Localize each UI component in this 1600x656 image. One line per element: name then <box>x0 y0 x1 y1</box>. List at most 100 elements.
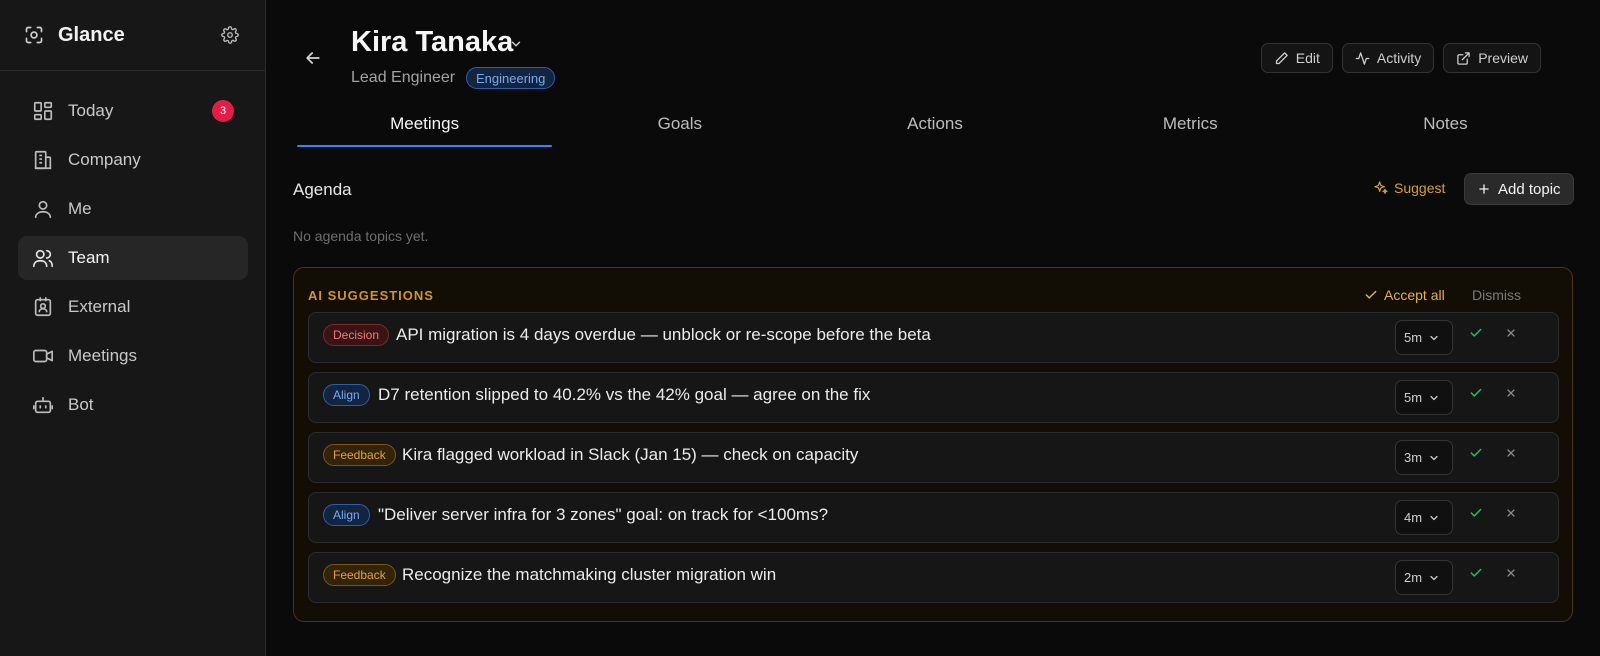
dismiss-x-icon[interactable] <box>1505 567 1517 579</box>
sidebar: Glance Today 3 Company Me Team External <box>0 0 266 656</box>
header-actions: Edit Activity Preview <box>1260 43 1541 73</box>
suggestion-item: Align D7 retention slipped to 40.2% vs t… <box>308 372 1559 423</box>
activity-button[interactable]: Activity <box>1341 43 1435 73</box>
person-role: Lead Engineer <box>351 69 456 86</box>
sidebar-item-meetings[interactable]: Meetings <box>18 334 248 378</box>
sidebar-item-today[interactable]: Today 3 <box>18 89 248 133</box>
department-badge: Engineering <box>466 67 556 89</box>
preview-button-label: Preview <box>1478 50 1528 66</box>
edit-button-label: Edit <box>1295 50 1320 66</box>
sidebar-item-label: Team <box>68 248 110 267</box>
video-icon <box>33 349 53 363</box>
dismiss-x-icon[interactable] <box>1505 327 1517 339</box>
duration-value: 4m <box>1404 510 1423 525</box>
accept-all-label: Accept all <box>1384 287 1445 303</box>
suggestion-text: API migration is 4 days overdue — unbloc… <box>396 325 931 344</box>
suggestion-tag-decision: Decision <box>323 324 390 346</box>
person-name: Kira Tanaka <box>351 26 514 58</box>
activity-button-label: Activity <box>1376 50 1422 66</box>
accept-all-button[interactable]: Accept all <box>1364 287 1445 303</box>
dismiss-x-icon[interactable] <box>1505 447 1517 459</box>
sidebar-item-label: External <box>68 297 131 316</box>
add-topic-button[interactable]: Add topic <box>1464 173 1574 205</box>
suggestion-text: Recognize the matchmaking cluster migrat… <box>402 565 777 584</box>
duration-select[interactable]: 2m <box>1395 560 1453 595</box>
accept-check-icon[interactable] <box>1469 566 1483 580</box>
tab-metrics[interactable]: Metrics <box>1063 112 1318 148</box>
suggestion-text: D7 retention slipped to 40.2% vs the 42%… <box>378 385 871 404</box>
tab-actions[interactable]: Actions <box>807 112 1062 148</box>
tab-notes[interactable]: Notes <box>1318 112 1573 148</box>
dismiss-x-icon[interactable] <box>1505 507 1517 519</box>
main-content: Kira Tanaka Lead Engineer Engineering Ed… <box>267 0 1600 656</box>
dashboard-icon <box>33 101 53 121</box>
suggestion-item: Align "Deliver server infra for 3 zones"… <box>308 492 1559 543</box>
duration-value: 3m <box>1404 450 1423 465</box>
duration-value: 5m <box>1404 390 1423 405</box>
back-arrow-icon[interactable] <box>303 48 323 68</box>
edit-button[interactable]: Edit <box>1260 43 1333 73</box>
duration-select[interactable]: 5m <box>1395 380 1453 415</box>
sidebar-item-label: Me <box>68 199 92 218</box>
duration-value: 5m <box>1404 330 1423 345</box>
suggestion-tag-align: Align <box>323 384 370 406</box>
app-title: Glance <box>58 23 125 46</box>
accept-check-icon[interactable] <box>1469 506 1483 520</box>
preview-button[interactable]: Preview <box>1443 43 1541 73</box>
add-topic-button-label: Add topic <box>1498 180 1561 198</box>
chevron-down-icon <box>1430 575 1438 580</box>
duration-select[interactable]: 5m <box>1395 320 1453 355</box>
suggestion-tag-feedback: Feedback <box>323 444 396 466</box>
suggest-button[interactable]: Suggest <box>1373 180 1445 196</box>
sidebar-header: Glance <box>0 0 265 71</box>
ai-suggestions-title: AI SUGGESTIONS <box>308 288 434 303</box>
notification-badge: 3 <box>212 100 234 122</box>
dismiss-x-icon[interactable] <box>1505 387 1517 399</box>
tab-bar: Meetings Goals Actions Metrics Notes <box>297 112 1573 148</box>
accept-check-icon[interactable] <box>1469 446 1483 460</box>
chevron-down-icon <box>1430 395 1438 400</box>
suggest-button-label: Suggest <box>1394 180 1446 196</box>
external-link-icon <box>1457 51 1470 65</box>
tab-goals[interactable]: Goals <box>552 112 807 148</box>
accept-check-icon[interactable] <box>1469 386 1483 400</box>
sidebar-item-team[interactable]: Team <box>18 236 248 280</box>
building-icon <box>34 150 52 170</box>
sidebar-item-bot[interactable]: Bot <box>18 383 248 427</box>
dismiss-all-button[interactable]: Dismiss <box>1472 287 1521 303</box>
suggestion-item: Decision API migration is 4 days overdue… <box>308 312 1559 363</box>
sparkles-icon <box>1374 181 1388 194</box>
check-icon <box>1365 290 1377 299</box>
chevron-down-icon <box>1430 455 1438 460</box>
chevron-down-icon[interactable] <box>509 37 523 51</box>
sidebar-item-external[interactable]: External <box>18 285 248 329</box>
sidebar-nav: Today 3 Company Me Team External Meeting… <box>18 89 248 432</box>
settings-gear-icon[interactable] <box>221 26 239 44</box>
duration-select[interactable]: 4m <box>1395 500 1453 535</box>
suggestion-item: Feedback Recognize the matchmaking clust… <box>308 552 1559 603</box>
contact-card-icon <box>34 297 52 317</box>
sidebar-item-label: Bot <box>68 395 94 414</box>
bot-icon <box>33 396 53 414</box>
suggestion-text: "Deliver server infra for 3 zones" goal:… <box>378 505 829 524</box>
suggestion-tag-align: Align <box>323 504 370 526</box>
suggestion-text: Kira flagged workload in Slack (Jan 15) … <box>402 445 859 464</box>
ai-suggestions-panel: AI SUGGESTIONS Accept all Dismiss Decisi… <box>293 267 1573 622</box>
sidebar-item-company[interactable]: Company <box>18 138 248 182</box>
app-logo-icon <box>25 26 43 44</box>
sidebar-item-label: Meetings <box>68 346 137 365</box>
suggestion-tag-feedback: Feedback <box>323 564 396 586</box>
plus-icon <box>1479 184 1489 194</box>
sidebar-item-label: Company <box>68 150 141 169</box>
suggestion-item: Feedback Kira flagged workload in Slack … <box>308 432 1559 483</box>
sidebar-item-label: Today <box>68 101 114 120</box>
users-icon <box>33 249 53 268</box>
pencil-icon <box>1275 51 1288 64</box>
accept-check-icon[interactable] <box>1469 326 1483 340</box>
duration-select[interactable]: 3m <box>1395 440 1453 475</box>
user-icon <box>34 200 52 219</box>
tab-meetings[interactable]: Meetings <box>297 112 553 148</box>
sidebar-item-me[interactable]: Me <box>18 187 248 231</box>
activity-pulse-icon <box>1355 51 1370 65</box>
agenda-empty-state: No agenda topics yet. <box>293 228 429 244</box>
